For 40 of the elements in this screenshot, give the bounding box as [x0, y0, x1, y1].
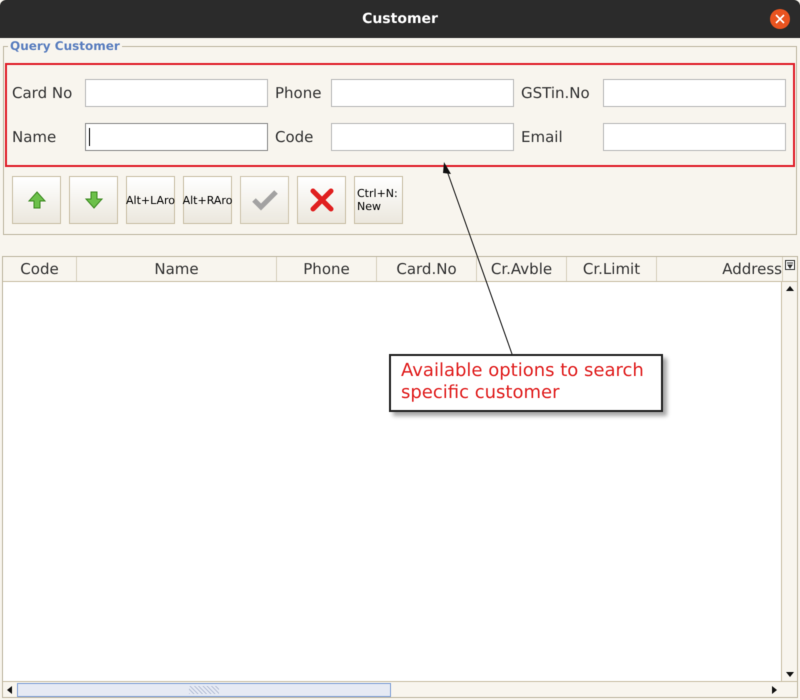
- toolbar-button[interactable]: [69, 176, 118, 224]
- close-button[interactable]: [770, 9, 790, 29]
- input-field[interactable]: [331, 123, 514, 151]
- column-header[interactable]: Cr.Avble: [477, 257, 567, 281]
- field-label: Code: [275, 126, 314, 148]
- shortcut-button[interactable]: Ctrl+N: New: [354, 176, 403, 224]
- up-arrow-icon: [26, 190, 46, 210]
- horizontal-scrollbar[interactable]: [3, 681, 797, 697]
- shortcut-button[interactable]: Alt+LAro: [126, 176, 175, 224]
- input-field[interactable]: [331, 79, 514, 107]
- panel-title: Query Customer: [8, 38, 122, 54]
- field-label: Email: [521, 126, 564, 148]
- field-label: Card No: [12, 82, 74, 104]
- field-label: Name: [12, 126, 58, 148]
- vertical-scrollbar[interactable]: [781, 282, 797, 681]
- column-header[interactable]: Name: [77, 257, 277, 281]
- input-field[interactable]: [85, 79, 268, 107]
- field-label: Phone: [275, 82, 322, 104]
- window-title: Customer: [362, 10, 438, 28]
- column-header[interactable]: Address: [657, 257, 783, 281]
- table-menu-icon: [785, 260, 795, 270]
- scroll-up-icon[interactable]: [784, 284, 794, 292]
- scrollbar-thumb[interactable]: [17, 682, 391, 696]
- column-header[interactable]: Cr.Limit: [567, 257, 657, 281]
- close-icon: [775, 14, 785, 24]
- checkmark-icon: [252, 189, 278, 211]
- input-field[interactable]: [85, 123, 268, 151]
- input-field[interactable]: [603, 123, 786, 151]
- scroll-down-icon[interactable]: [784, 671, 794, 679]
- column-header[interactable]: Phone: [277, 257, 377, 281]
- down-arrow-icon: [84, 190, 104, 210]
- column-header[interactable]: Card.No: [377, 257, 477, 281]
- toolbar-button[interactable]: [297, 176, 346, 224]
- column-header[interactable]: Code: [3, 257, 77, 281]
- toolbar-button[interactable]: [12, 176, 61, 224]
- close-icon: [310, 188, 334, 212]
- field-label: GSTin.No: [521, 82, 591, 104]
- callout: Available options to search specific customer: [389, 354, 663, 412]
- input-field[interactable]: [603, 79, 786, 107]
- shortcut-button[interactable]: Alt+RAro: [183, 176, 232, 224]
